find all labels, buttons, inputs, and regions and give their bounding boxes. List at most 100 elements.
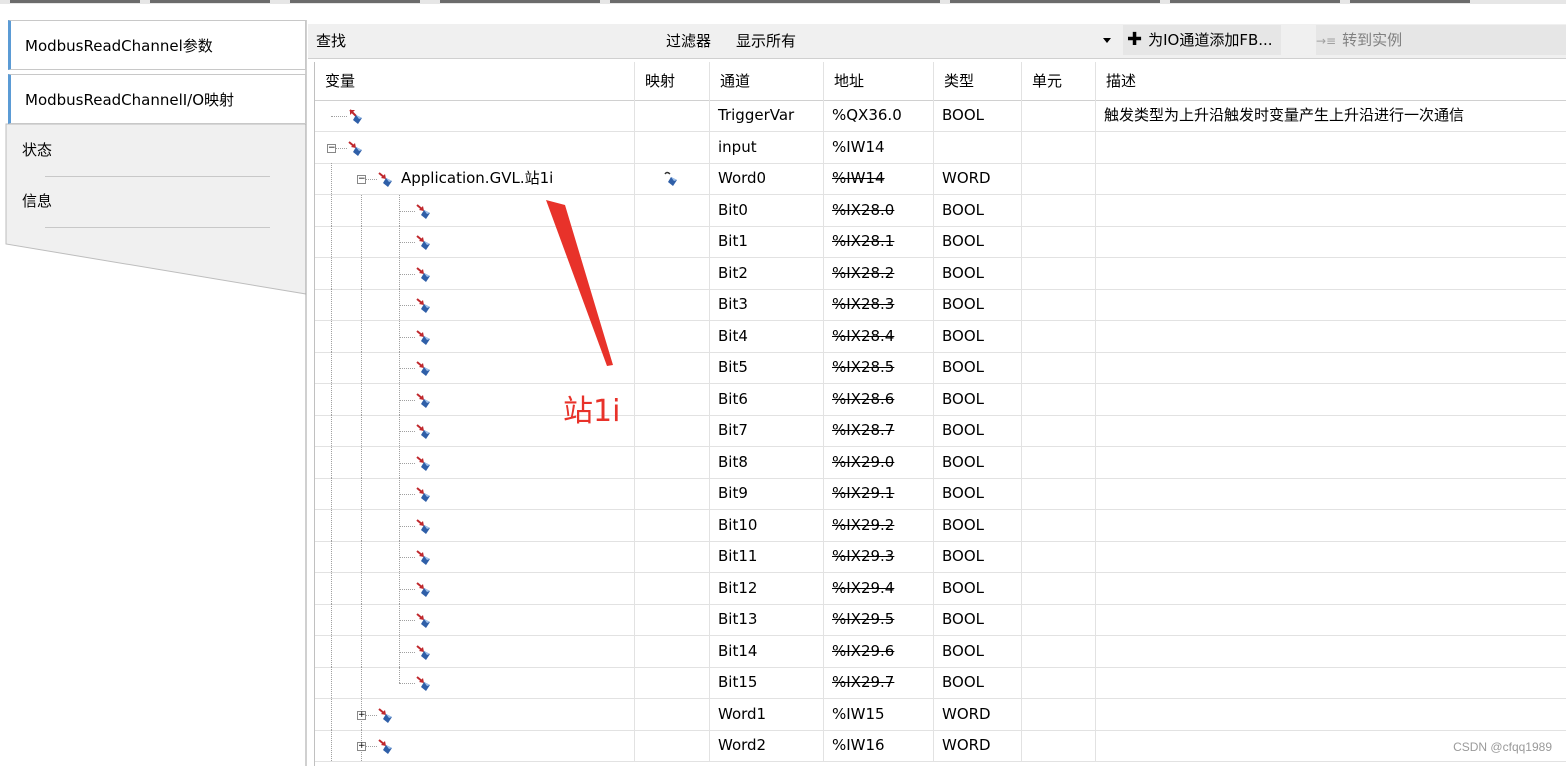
table-row[interactable]: Bit13 %IX29.5 BOOL: [315, 604, 1566, 636]
channel-cell[interactable]: Bit6: [710, 383, 824, 415]
table-row[interactable]: Bit6 %IX28.6 BOOL: [315, 383, 1566, 416]
column-header-mapping[interactable]: 映射: [635, 62, 710, 100]
mapping-cell[interactable]: [635, 446, 710, 478]
mapping-cell[interactable]: [635, 131, 710, 163]
tab-status[interactable]: 状态: [8, 125, 306, 175]
address-cell[interactable]: %IW14: [824, 163, 934, 194]
column-header-variable[interactable]: 变量: [315, 62, 635, 100]
channel-cell[interactable]: Word1: [710, 698, 824, 730]
table-row[interactable]: + Word1 %IW15 WORD: [315, 698, 1566, 731]
channel-cell[interactable]: Bit1: [710, 226, 824, 257]
type-cell[interactable]: BOOL: [934, 100, 1022, 131]
channel-cell[interactable]: Bit11: [710, 541, 824, 572]
table-row[interactable]: + Word2 %IW16 WORD: [315, 730, 1566, 762]
type-cell[interactable]: BOOL: [934, 478, 1022, 509]
unit-cell[interactable]: [1022, 320, 1096, 352]
unit-cell[interactable]: [1022, 635, 1096, 667]
unit-cell[interactable]: [1022, 541, 1096, 572]
column-header-description[interactable]: 描述: [1096, 62, 1566, 100]
channel-cell[interactable]: Bit13: [710, 604, 824, 635]
unit-cell[interactable]: [1022, 415, 1096, 446]
table-row[interactable]: Bit11 %IX29.3 BOOL: [315, 541, 1566, 573]
type-cell[interactable]: BOOL: [934, 604, 1022, 635]
address-cell[interactable]: %IW16: [824, 730, 934, 761]
unit-cell[interactable]: [1022, 572, 1096, 604]
tab-io-mapping[interactable]: ModbusReadChannelI/O映射: [8, 74, 306, 124]
table-row[interactable]: − input %IW14: [315, 131, 1566, 164]
description-cell[interactable]: [1096, 163, 1566, 194]
description-cell[interactable]: [1096, 573, 1566, 604]
table-row[interactable]: Bit1 %IX28.1 BOOL: [315, 226, 1566, 258]
address-cell[interactable]: %IX29.7: [824, 667, 934, 698]
description-cell[interactable]: [1096, 226, 1566, 257]
unit-cell[interactable]: [1022, 226, 1096, 257]
description-cell[interactable]: [1096, 541, 1566, 572]
description-cell[interactable]: [1096, 478, 1566, 509]
unit-cell[interactable]: [1022, 383, 1096, 415]
address-cell[interactable]: %IX29.6: [824, 635, 934, 667]
unit-cell[interactable]: [1022, 352, 1096, 383]
mapping-cell[interactable]: [635, 604, 710, 635]
mapping-cell[interactable]: [635, 730, 710, 761]
type-cell[interactable]: WORD: [934, 730, 1022, 761]
channel-cell[interactable]: TriggerVar: [710, 100, 824, 131]
column-header-unit[interactable]: 单元: [1022, 62, 1096, 100]
address-cell[interactable]: %IW14: [824, 131, 934, 163]
channel-cell[interactable]: Bit9: [710, 478, 824, 509]
type-cell[interactable]: BOOL: [934, 383, 1022, 415]
variable-cell[interactable]: +: [315, 730, 635, 761]
description-cell[interactable]: [1096, 415, 1566, 446]
address-cell[interactable]: %IX28.6: [824, 383, 934, 415]
unit-cell[interactable]: [1022, 289, 1096, 320]
unit-cell[interactable]: [1022, 131, 1096, 163]
variable-cell[interactable]: [315, 194, 635, 226]
variable-cell[interactable]: [315, 572, 635, 604]
type-cell[interactable]: BOOL: [934, 446, 1022, 478]
find-input[interactable]: [358, 28, 962, 52]
table-row[interactable]: Bit9 %IX29.1 BOOL: [315, 478, 1566, 510]
mapping-cell[interactable]: [635, 289, 710, 320]
type-cell[interactable]: BOOL: [934, 226, 1022, 257]
type-cell[interactable]: BOOL: [934, 289, 1022, 320]
table-row[interactable]: Bit3 %IX28.3 BOOL: [315, 289, 1566, 321]
variable-cell[interactable]: [315, 352, 635, 383]
address-cell[interactable]: %IX28.0: [824, 194, 934, 226]
variable-cell[interactable]: [315, 509, 635, 541]
type-cell[interactable]: BOOL: [934, 541, 1022, 572]
variable-cell[interactable]: [315, 100, 635, 131]
description-cell[interactable]: [1096, 604, 1566, 635]
column-header-address[interactable]: 地址: [824, 62, 934, 100]
table-row[interactable]: Bit14 %IX29.6 BOOL: [315, 635, 1566, 668]
type-cell[interactable]: BOOL: [934, 320, 1022, 352]
channel-cell[interactable]: Bit4: [710, 320, 824, 352]
table-row[interactable]: Bit10 %IX29.2 BOOL: [315, 509, 1566, 542]
table-row[interactable]: Bit5 %IX28.5 BOOL: [315, 352, 1566, 384]
mapping-cell[interactable]: [635, 194, 710, 226]
description-cell[interactable]: [1096, 132, 1566, 163]
variable-cell[interactable]: [315, 604, 635, 635]
address-cell[interactable]: %IX29.1: [824, 478, 934, 509]
table-row[interactable]: − Application.GVL.站1i Word0 %IW14 WORD: [315, 163, 1566, 195]
type-cell[interactable]: BOOL: [934, 635, 1022, 667]
channel-cell[interactable]: Bit8: [710, 446, 824, 478]
address-cell[interactable]: %IX29.5: [824, 604, 934, 635]
type-cell[interactable]: BOOL: [934, 194, 1022, 226]
description-cell[interactable]: [1096, 195, 1566, 226]
type-cell[interactable]: BOOL: [934, 509, 1022, 541]
type-cell[interactable]: BOOL: [934, 415, 1022, 446]
description-cell[interactable]: [1096, 258, 1566, 289]
variable-cell[interactable]: [315, 226, 635, 257]
variable-name[interactable]: Application.GVL.站1i: [401, 163, 553, 194]
variable-cell[interactable]: [315, 667, 635, 698]
unit-cell[interactable]: [1022, 604, 1096, 635]
address-cell[interactable]: %QX36.0: [824, 100, 934, 131]
description-cell[interactable]: [1096, 321, 1566, 352]
channel-cell[interactable]: Bit3: [710, 289, 824, 320]
mapping-cell[interactable]: [635, 509, 710, 541]
description-cell[interactable]: 触发类型为上升沿触发时变量产生上升沿进行一次通信: [1096, 100, 1566, 131]
address-cell[interactable]: %IX29.3: [824, 541, 934, 572]
type-cell[interactable]: BOOL: [934, 667, 1022, 698]
description-cell[interactable]: [1096, 510, 1566, 541]
mapping-cell[interactable]: [635, 698, 710, 730]
variable-cell[interactable]: [315, 257, 635, 289]
